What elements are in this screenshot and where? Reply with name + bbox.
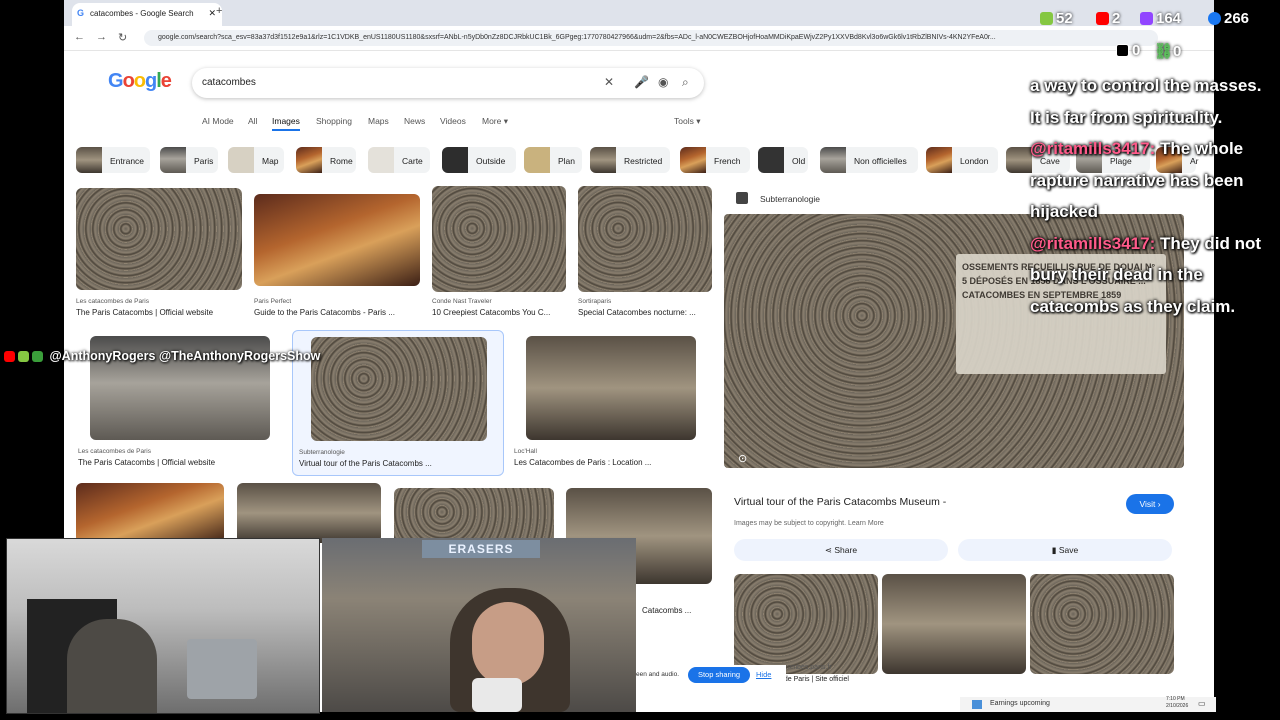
close-tab-icon[interactable]: ✕ — [208, 8, 216, 19]
chip-old[interactable]: Old — [758, 147, 808, 173]
preview-title[interactable]: Virtual tour of the Paris Catacombs Muse… — [734, 496, 946, 508]
site-favicon-icon — [736, 192, 748, 204]
tab-title: catacombes - Google Search — [90, 9, 194, 18]
tab-google-search[interactable]: G catacombes - Google Search ✕ — [72, 3, 222, 26]
image-result[interactable]: Conde Nast Traveler 10 Creepiest Catacom… — [432, 186, 566, 320]
chip-rome[interactable]: Rome — [296, 147, 356, 173]
mic-icon[interactable]: 🎤 — [634, 75, 649, 89]
related-thumbnail[interactable] — [882, 574, 1026, 674]
google-favicon-icon: G — [77, 8, 85, 18]
preview-source[interactable]: Subterranologie — [760, 194, 820, 204]
chip-london[interactable]: London — [926, 147, 998, 173]
related-chips: Entrance Paris Map Rome Carte Outside Pl… — [76, 147, 1199, 175]
screen-share-bar: een and audio. Stop sharing Hide — [636, 665, 786, 685]
forward-icon[interactable]: → — [96, 31, 107, 43]
image-result[interactable]: Loc'Hall Les Catacombes de Paris : Locat… — [514, 336, 700, 468]
chip-map[interactable]: Map — [228, 147, 284, 173]
tab-news[interactable]: News — [404, 116, 425, 126]
tab-all[interactable]: All — [248, 116, 257, 126]
rumble-icon — [1040, 12, 1053, 25]
image-result[interactable]: Paris Perfect Guide to the Paris Catacom… — [254, 194, 420, 320]
chip-plan[interactable]: Plan — [524, 147, 582, 173]
google-logo[interactable]: Google — [108, 70, 172, 93]
kick-icon — [32, 351, 43, 362]
chip-french[interactable]: French — [680, 147, 750, 173]
image-result[interactable]: Sortiraparis Special Catacombes nocturne… — [578, 186, 712, 320]
thumb-source: ...combes.paris.fr — [778, 664, 832, 671]
clear-icon[interactable]: ✕ — [604, 75, 614, 89]
x-icon — [1116, 44, 1129, 57]
notification-icon[interactable]: ▭ — [1198, 699, 1206, 708]
tab-maps[interactable]: Maps — [368, 116, 389, 126]
reload-icon[interactable]: ↻ — [118, 31, 127, 44]
taskbar: Earnings upcoming 7:10 PM 2/10/2026 ▭ — [960, 696, 1216, 712]
erasers-banner: ERASERS — [422, 540, 540, 558]
image-result[interactable]: Les catacombes de Paris The Paris Cataco… — [76, 188, 242, 320]
image-result[interactable] — [76, 483, 224, 543]
webcam-host: ERASERS — [322, 538, 636, 712]
image-result-selected[interactable]: Subterranologie Virtual tour of the Pari… — [292, 330, 504, 476]
tab-ai-mode[interactable]: AI Mode — [202, 116, 234, 126]
address-bar[interactable]: google.com/search?sca_esv=83a37d3f1512e9… — [144, 30, 1158, 46]
search-input[interactable]: catacombes — [202, 77, 256, 88]
tab-videos[interactable]: Videos — [440, 116, 466, 126]
stop-sharing-button[interactable]: Stop sharing — [688, 667, 750, 683]
chip-outside[interactable]: Outside — [442, 147, 516, 173]
link-icon: ⛓ — [1154, 43, 1174, 60]
related-thumbnail[interactable] — [1030, 574, 1174, 674]
search-box[interactable]: catacombes ✕ 🎤 ◉ ⌕ — [192, 68, 704, 98]
thumb-title[interactable]: ...de Paris | Site officiel — [778, 676, 849, 683]
chip-restricted[interactable]: Restricted — [590, 147, 670, 173]
social-handles: @AnthonyRogers @TheAnthonyRogersShow — [4, 349, 320, 363]
related-thumbnail[interactable] — [734, 574, 878, 674]
search-icon[interactable]: ⌕ — [682, 75, 689, 90]
chip-non-officielles[interactable]: Non officielles — [820, 147, 918, 173]
chip-entrance[interactable]: Entrance — [76, 147, 150, 173]
chat-message: @ritamills3417: The whole rapture narrat… — [1030, 139, 1244, 221]
chat-message: @ritamills3417: They did not bury their … — [1030, 233, 1262, 316]
share-icon: ⋖ — [824, 545, 835, 555]
weather-icon — [972, 700, 982, 709]
webcam-guest — [6, 538, 320, 714]
lens-icon[interactable]: ◉ — [658, 75, 668, 89]
chat-message: a way to control the masses. It is far f… — [1030, 76, 1262, 127]
facebook-icon — [1208, 12, 1221, 25]
chat-overlay: a way to control the masses. It is far f… — [1030, 70, 1276, 322]
image-result[interactable] — [237, 483, 381, 543]
chip-carte[interactable]: Carte — [368, 147, 430, 173]
tab-more[interactable]: More ▾ — [482, 116, 508, 127]
youtube-icon — [1096, 12, 1109, 25]
copyright-note[interactable]: Images may be subject to copyright. Lear… — [734, 520, 884, 527]
twitch-icon — [1140, 12, 1153, 25]
save-button[interactable]: ▮ Save — [958, 539, 1172, 561]
bookmark-icon: ▮ — [1051, 545, 1059, 555]
youtube-icon — [4, 351, 15, 362]
chip-paris[interactable]: Paris — [160, 147, 218, 173]
visit-button[interactable]: Visit › — [1126, 494, 1174, 514]
tools-button[interactable]: Tools ▾ — [674, 116, 700, 127]
hide-link[interactable]: Hide — [756, 670, 771, 679]
lens-search-icon[interactable]: ⊙ — [738, 452, 747, 465]
tab-images[interactable]: Images — [272, 116, 300, 131]
new-tab-button[interactable]: + — [216, 5, 222, 17]
address-row: ← → ↻ google.com/search?sca_esv=83a37d3f… — [64, 26, 1214, 51]
tab-shopping[interactable]: Shopping — [316, 116, 352, 126]
back-icon[interactable]: ← — [74, 31, 85, 43]
rumble-icon — [18, 351, 29, 362]
share-button[interactable]: ⋖ Share — [734, 539, 948, 561]
